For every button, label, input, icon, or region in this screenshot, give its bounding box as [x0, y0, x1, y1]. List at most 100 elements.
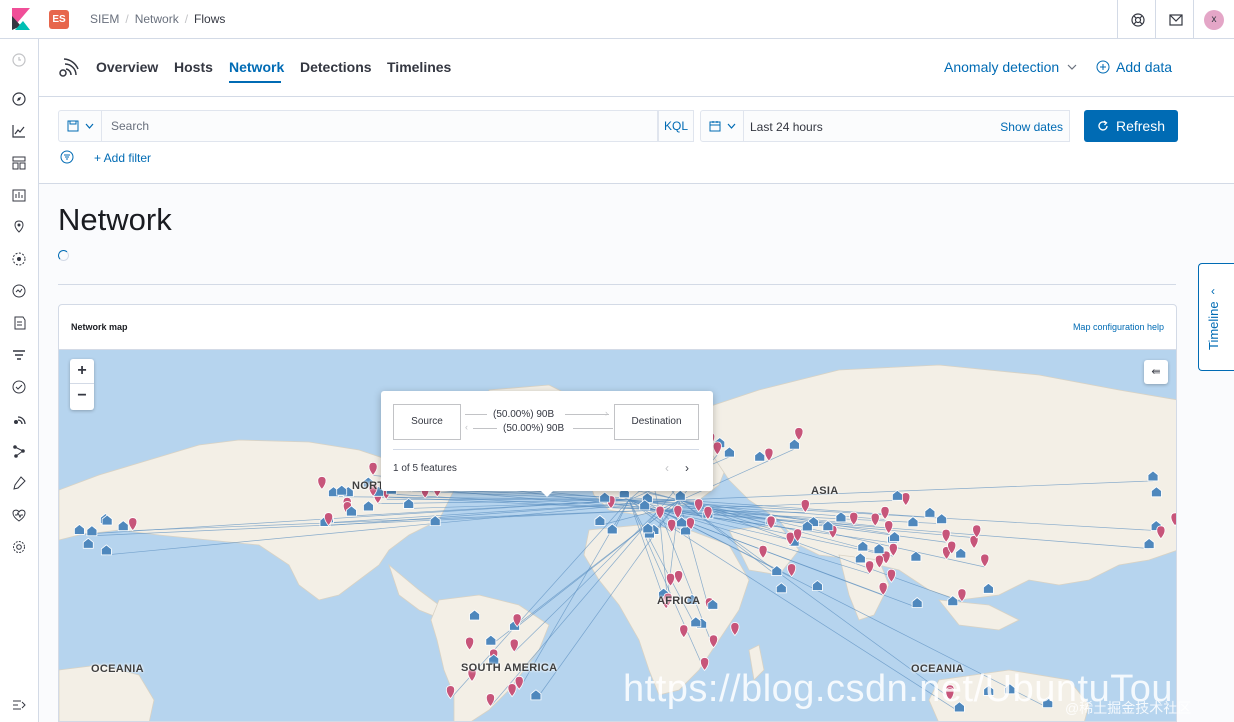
anomaly-detection-dropdown[interactable]: Anomaly detection	[944, 59, 1077, 75]
destination-building-icon[interactable]	[594, 514, 606, 526]
destination-building-icon[interactable]	[82, 537, 94, 549]
timeline-label: Timeline	[1206, 301, 1221, 350]
breadcrumb-separator: /	[184, 12, 189, 26]
date-range-label: Last 24 hours	[750, 120, 823, 134]
siem-tabs-bar: Overview Hosts Network Detections Timeli…	[39, 39, 1234, 97]
chevron-down-icon	[727, 123, 735, 129]
calendar-icon	[709, 121, 720, 132]
refresh-button[interactable]: Refresh	[1084, 110, 1178, 142]
network-map[interactable]: NORTH AMERICA ASIA AFRICA SOUTH AMERICA …	[59, 350, 1176, 721]
add-data-label: Add data	[1116, 59, 1173, 75]
tooltip-next-icon[interactable]: ›	[685, 461, 689, 475]
tooltip-divider	[393, 449, 699, 450]
destination-building-icon[interactable]	[811, 579, 823, 591]
tooltip-destination-box: Destination	[614, 404, 699, 440]
apm-icon[interactable]	[11, 347, 27, 363]
flow-line	[465, 414, 487, 415]
plus-circle-icon	[1096, 60, 1110, 74]
panel-header: Network map Map configuration help	[59, 305, 1176, 350]
continent-label-africa: AFRICA	[657, 595, 701, 607]
source-pin-icon[interactable]	[507, 683, 517, 698]
source-pin-icon[interactable]	[730, 622, 740, 637]
breadcrumb-separator: /	[125, 12, 129, 26]
timeline-flyout-button[interactable]: ‹ Timeline	[1198, 263, 1234, 371]
date-picker[interactable]: Last 24 hours Show dates	[744, 110, 1070, 142]
destination-building-icon[interactable]	[606, 523, 618, 535]
zoom-in-button[interactable]: +	[70, 359, 94, 384]
panel-title: Network map	[71, 322, 128, 332]
watermark-community: @稀土掘金技术社区	[1065, 700, 1192, 716]
newsfeed-mail-icon[interactable]	[1166, 10, 1186, 30]
continent-label-asia: ASIA	[811, 485, 839, 497]
source-pin-icon[interactable]	[886, 568, 896, 583]
header-divider	[1193, 0, 1194, 39]
siem-icon[interactable]	[11, 411, 27, 427]
destination-building-icon[interactable]	[775, 582, 787, 594]
destination-building-icon[interactable]	[100, 544, 112, 556]
quick-select-button[interactable]	[700, 110, 744, 142]
breadcrumb-network[interactable]: Network	[135, 12, 179, 26]
tooltip-feature-count: 1 of 5 features	[393, 463, 457, 474]
tab-network[interactable]: Network	[229, 59, 284, 75]
add-data-button[interactable]: Add data	[1096, 59, 1172, 75]
anomaly-detection-label: Anomaly detection	[944, 59, 1060, 75]
filter-options-icon[interactable]	[60, 150, 74, 164]
tab-hosts[interactable]: Hosts	[174, 59, 213, 75]
tooltip-source-box: Source	[393, 404, 461, 440]
canvas-icon[interactable]	[11, 187, 27, 203]
breadcrumb: SIEM / Network / Flows	[90, 12, 225, 26]
side-nav	[0, 39, 39, 722]
query-bar: KQL Last 24 hours Show dates Refresh + A…	[39, 97, 1234, 184]
tooltip-flow-out: (50.00%) 90B	[493, 409, 555, 420]
destination-building-icon[interactable]	[530, 689, 542, 701]
source-pin-icon[interactable]	[787, 563, 797, 578]
arrow-left-icon: ‹	[465, 422, 468, 432]
tooltip-previous-icon[interactable]: ‹	[665, 461, 669, 475]
map-feature-tooltip: Source (50.00%) 90B › ‹ (50.00%) 90B Des…	[381, 391, 713, 491]
metrics-icon[interactable]	[11, 283, 27, 299]
search-input[interactable]	[102, 111, 657, 141]
graph-icon[interactable]	[11, 443, 27, 459]
tab-overview[interactable]: Overview	[96, 59, 158, 75]
map-configuration-help-link[interactable]: Map configuration help	[1073, 322, 1164, 332]
dashboard-icon[interactable]	[11, 155, 27, 171]
space-badge[interactable]: ES	[49, 10, 69, 29]
ml-icon[interactable]	[11, 251, 27, 267]
refresh-icon	[1098, 120, 1108, 131]
visualize-icon[interactable]	[11, 123, 27, 139]
arrow-right-icon: ›	[605, 408, 608, 418]
maps-icon[interactable]	[11, 219, 27, 235]
refresh-label: Refresh	[1115, 118, 1166, 134]
kql-toggle[interactable]: KQL	[658, 110, 694, 142]
header-divider	[1117, 0, 1118, 39]
zoom-out-button[interactable]: −	[70, 384, 94, 409]
horizontal-rule	[58, 284, 1176, 285]
uptime-icon[interactable]	[11, 379, 27, 395]
layer-legend-toggle-icon[interactable]: ⇚	[1144, 360, 1168, 384]
breadcrumb-siem[interactable]: SIEM	[90, 12, 119, 26]
active-tab-indicator	[229, 81, 281, 83]
recently-viewed-icon[interactable]	[11, 52, 27, 68]
management-gear-icon[interactable]	[11, 539, 27, 555]
discover-compass-icon[interactable]	[11, 91, 27, 107]
tab-detections[interactable]: Detections	[300, 59, 372, 75]
source-pin-icon[interactable]	[445, 685, 456, 700]
destination-building-icon[interactable]	[911, 596, 923, 608]
show-dates-link[interactable]: Show dates	[1000, 120, 1063, 134]
chevron-down-icon	[85, 123, 93, 129]
user-avatar[interactable]: x	[1204, 10, 1224, 30]
saved-query-button[interactable]	[58, 110, 102, 142]
flow-line	[573, 428, 613, 429]
add-filter-button[interactable]: + Add filter	[94, 151, 151, 165]
logs-icon[interactable]	[11, 315, 27, 331]
help-icon[interactable]	[1128, 10, 1148, 30]
monitoring-icon[interactable]	[11, 507, 27, 523]
kibana-logo-icon[interactable]	[12, 8, 30, 30]
flow-line	[473, 428, 497, 429]
continent-label-oceania-west: OCEANIA	[91, 663, 144, 675]
dev-tools-icon[interactable]	[11, 475, 27, 491]
tooltip-flow-in: (50.00%) 90B	[503, 423, 565, 434]
collapse-nav-icon[interactable]	[11, 697, 27, 713]
breadcrumb-flows: Flows	[194, 12, 226, 26]
tab-timelines[interactable]: Timelines	[387, 59, 451, 75]
